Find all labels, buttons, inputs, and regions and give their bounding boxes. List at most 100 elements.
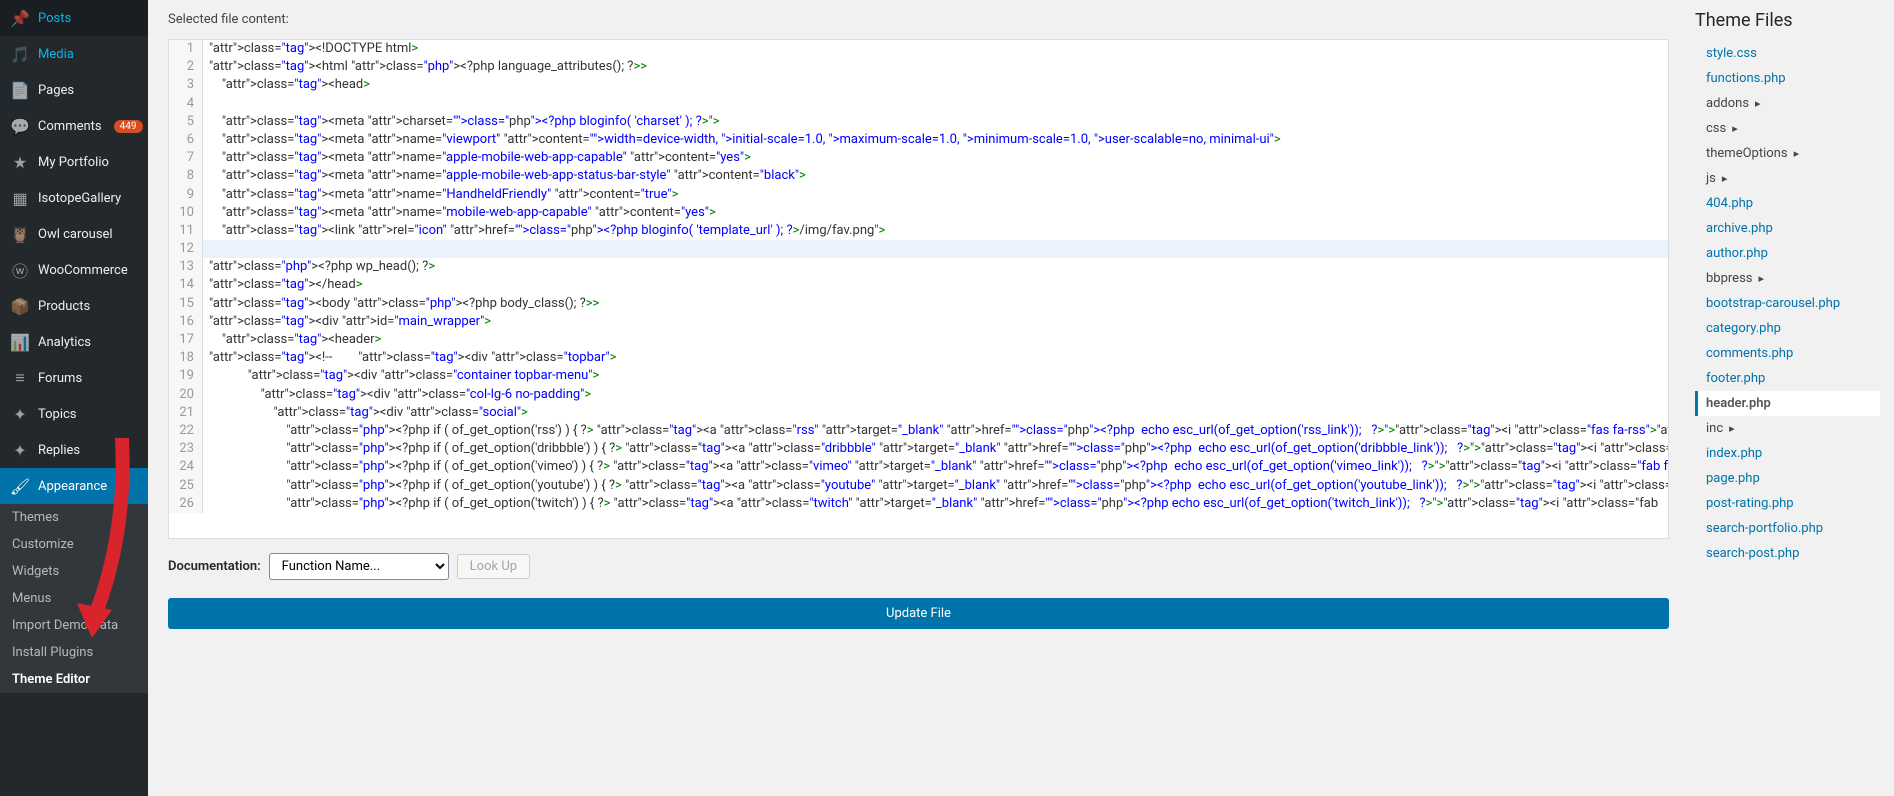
sidebar-item-replies[interactable]: ✦Replies [0, 432, 148, 468]
line-content: "attr">class="tag"><meta "attr">name="mo… [203, 204, 716, 222]
code-line[interactable]: 1"attr">class="tag"><!DOCTYPE html> [169, 40, 1668, 58]
code-line[interactable]: 13"attr">class="php"><?php wp_head(); ?> [169, 258, 1668, 276]
sidebar-item-appearance[interactable]: 🖌Appearance [0, 468, 148, 504]
submenu-menus[interactable]: Menus [0, 585, 148, 612]
submenu-widgets[interactable]: Widgets [0, 558, 148, 585]
file-inc[interactable]: inc [1698, 416, 1880, 441]
lookup-button[interactable]: Look Up [457, 554, 530, 579]
file-css[interactable]: css [1698, 116, 1880, 141]
code-editor[interactable]: 1"attr">class="tag"><!DOCTYPE html>2"att… [168, 39, 1669, 539]
file-404-php[interactable]: 404.php [1698, 191, 1880, 216]
forum-icon: ≡ [10, 368, 30, 388]
code-line[interactable]: 11 "attr">class="tag"><link "attr">rel="… [169, 222, 1668, 240]
file-author-php[interactable]: author.php [1698, 241, 1880, 266]
line-number: 10 [169, 204, 203, 222]
line-number: 8 [169, 167, 203, 185]
line-content: "attr">class="tag"></head> [203, 276, 363, 294]
file-functions-php[interactable]: functions.php [1698, 66, 1880, 91]
file-post-rating-php[interactable]: post-rating.php [1698, 491, 1880, 516]
code-line[interactable]: 5 "attr">class="tag"><meta "attr">charse… [169, 113, 1668, 131]
sidebar-item-woocommerce[interactable]: ⓦWooCommerce [0, 252, 148, 288]
file-themeOptions[interactable]: themeOptions [1698, 141, 1880, 166]
file-comments-php[interactable]: comments.php [1698, 341, 1880, 366]
code-line[interactable]: 15"attr">class="tag"><body "attr">class=… [169, 295, 1668, 313]
file-category-php[interactable]: category.php [1698, 316, 1880, 341]
submenu-themes[interactable]: Themes [0, 504, 148, 531]
code-line[interactable]: 22 "attr">class="php"><?php if ( of_get_… [169, 422, 1668, 440]
code-line[interactable]: 2"attr">class="tag"><html "attr">class="… [169, 58, 1668, 76]
code-line[interactable]: 25 "attr">class="php"><?php if ( of_get_… [169, 477, 1668, 495]
code-line[interactable]: 14"attr">class="tag"></head> [169, 276, 1668, 294]
sidebar-item-isotopegallery[interactable]: ▦IsotopeGallery [0, 180, 148, 216]
sidebar-item-products[interactable]: 📦Products [0, 288, 148, 324]
line-number: 15 [169, 295, 203, 313]
code-line[interactable]: 10 "attr">class="tag"><meta "attr">name=… [169, 204, 1668, 222]
sidebar-item-posts[interactable]: 📌Posts [0, 0, 148, 36]
code-line[interactable]: 3 "attr">class="tag"><head> [169, 76, 1668, 94]
sidebar-item-topics[interactable]: ✦Topics [0, 396, 148, 432]
file-search-post-php[interactable]: search-post.php [1698, 541, 1880, 566]
update-file-button[interactable]: Update File [168, 598, 1669, 629]
star-icon: ★ [10, 152, 30, 172]
file-footer-php[interactable]: footer.php [1698, 366, 1880, 391]
sidebar-item-label: Pages [38, 83, 74, 98]
submenu-import-demo-data[interactable]: Import Demo Data [0, 612, 148, 639]
line-number: 4 [169, 95, 203, 113]
file-style-css[interactable]: style.css [1698, 41, 1880, 66]
file-addons[interactable]: addons [1698, 91, 1880, 116]
submenu-install-plugins[interactable]: Install Plugins [0, 639, 148, 666]
line-number: 2 [169, 58, 203, 76]
code-line[interactable]: 26 "attr">class="php"><?php if ( of_get_… [169, 495, 1668, 513]
comments-badge: 449 [114, 120, 143, 133]
code-line[interactable]: 21 "attr">class="tag"><div "attr">class=… [169, 404, 1668, 422]
file-search-portfolio-php[interactable]: search-portfolio.php [1698, 516, 1880, 541]
code-line[interactable]: 23 "attr">class="php"><?php if ( of_get_… [169, 440, 1668, 458]
line-number: 24 [169, 458, 203, 476]
code-line[interactable]: 16"attr">class="tag"><div "attr">id="mai… [169, 313, 1668, 331]
owl-icon: 🦉 [10, 224, 30, 244]
file-archive-php[interactable]: archive.php [1698, 216, 1880, 241]
line-content: "attr">class="tag"><div "attr">id="main_… [203, 313, 491, 331]
sidebar-item-media[interactable]: 🎵Media [0, 36, 148, 72]
file-page-php[interactable]: page.php [1698, 466, 1880, 491]
sidebar-item-pages[interactable]: 📄Pages [0, 72, 148, 108]
line-content: "attr">class="tag"><meta "attr">name="ap… [203, 149, 751, 167]
code-line[interactable]: 18"attr">class="tag"><!-- "attr">class="… [169, 349, 1668, 367]
content-label: Selected file content: [168, 0, 1669, 39]
sidebar-item-owl-carousel[interactable]: 🦉Owl carousel [0, 216, 148, 252]
line-content: "attr">class="tag"><div "attr">class="co… [203, 367, 599, 385]
line-content: "attr">class="php"><?php if ( of_get_opt… [203, 440, 1669, 458]
sidebar-item-analytics[interactable]: 📊Analytics [0, 324, 148, 360]
sidebar-item-label: IsotopeGallery [38, 191, 121, 206]
function-select[interactable]: Function Name... [269, 553, 449, 580]
file-bbpress[interactable]: bbpress [1698, 266, 1880, 291]
code-line[interactable]: 9 "attr">class="tag"><meta "attr">name="… [169, 186, 1668, 204]
code-line[interactable]: 6 "attr">class="tag"><meta "attr">name="… [169, 131, 1668, 149]
code-line[interactable]: 19 "attr">class="tag"><div "attr">class=… [169, 367, 1668, 385]
sidebar-item-forums[interactable]: ≡Forums [0, 360, 148, 396]
code-line[interactable]: 20 "attr">class="tag"><div "attr">class=… [169, 386, 1668, 404]
code-line[interactable]: 7 "attr">class="tag"><meta "attr">name="… [169, 149, 1668, 167]
line-content: "attr">class="php"><?php if ( of_get_opt… [203, 477, 1669, 495]
submenu-customize[interactable]: Customize [0, 531, 148, 558]
documentation-label: Documentation: [168, 559, 261, 574]
line-number: 26 [169, 495, 203, 513]
line-content [203, 240, 209, 258]
sidebar-item-label: Comments [38, 119, 102, 134]
code-line[interactable]: 8 "attr">class="tag"><meta "attr">name="… [169, 167, 1668, 185]
submenu-theme-editor[interactable]: Theme Editor [0, 666, 148, 693]
code-line[interactable]: 17 "attr">class="tag"><header> [169, 331, 1668, 349]
code-line[interactable]: 12 [169, 240, 1668, 258]
line-number: 7 [169, 149, 203, 167]
line-content: "attr">class="php"><?php wp_head(); ?> [203, 258, 435, 276]
file-bootstrap-carousel-php[interactable]: bootstrap-carousel.php [1698, 291, 1880, 316]
sidebar-item-my-portfolio[interactable]: ★My Portfolio [0, 144, 148, 180]
code-line[interactable]: 4 [169, 95, 1668, 113]
file-js[interactable]: js [1698, 166, 1880, 191]
file-header-php[interactable]: header.php [1695, 391, 1880, 416]
woo-icon: ⓦ [10, 260, 30, 280]
code-line[interactable]: 24 "attr">class="php"><?php if ( of_get_… [169, 458, 1668, 476]
file-index-php[interactable]: index.php [1698, 441, 1880, 466]
line-content: "attr">class="tag"><meta "attr">name="vi… [203, 131, 1281, 149]
sidebar-item-comments[interactable]: 💬Comments449 [0, 108, 148, 144]
